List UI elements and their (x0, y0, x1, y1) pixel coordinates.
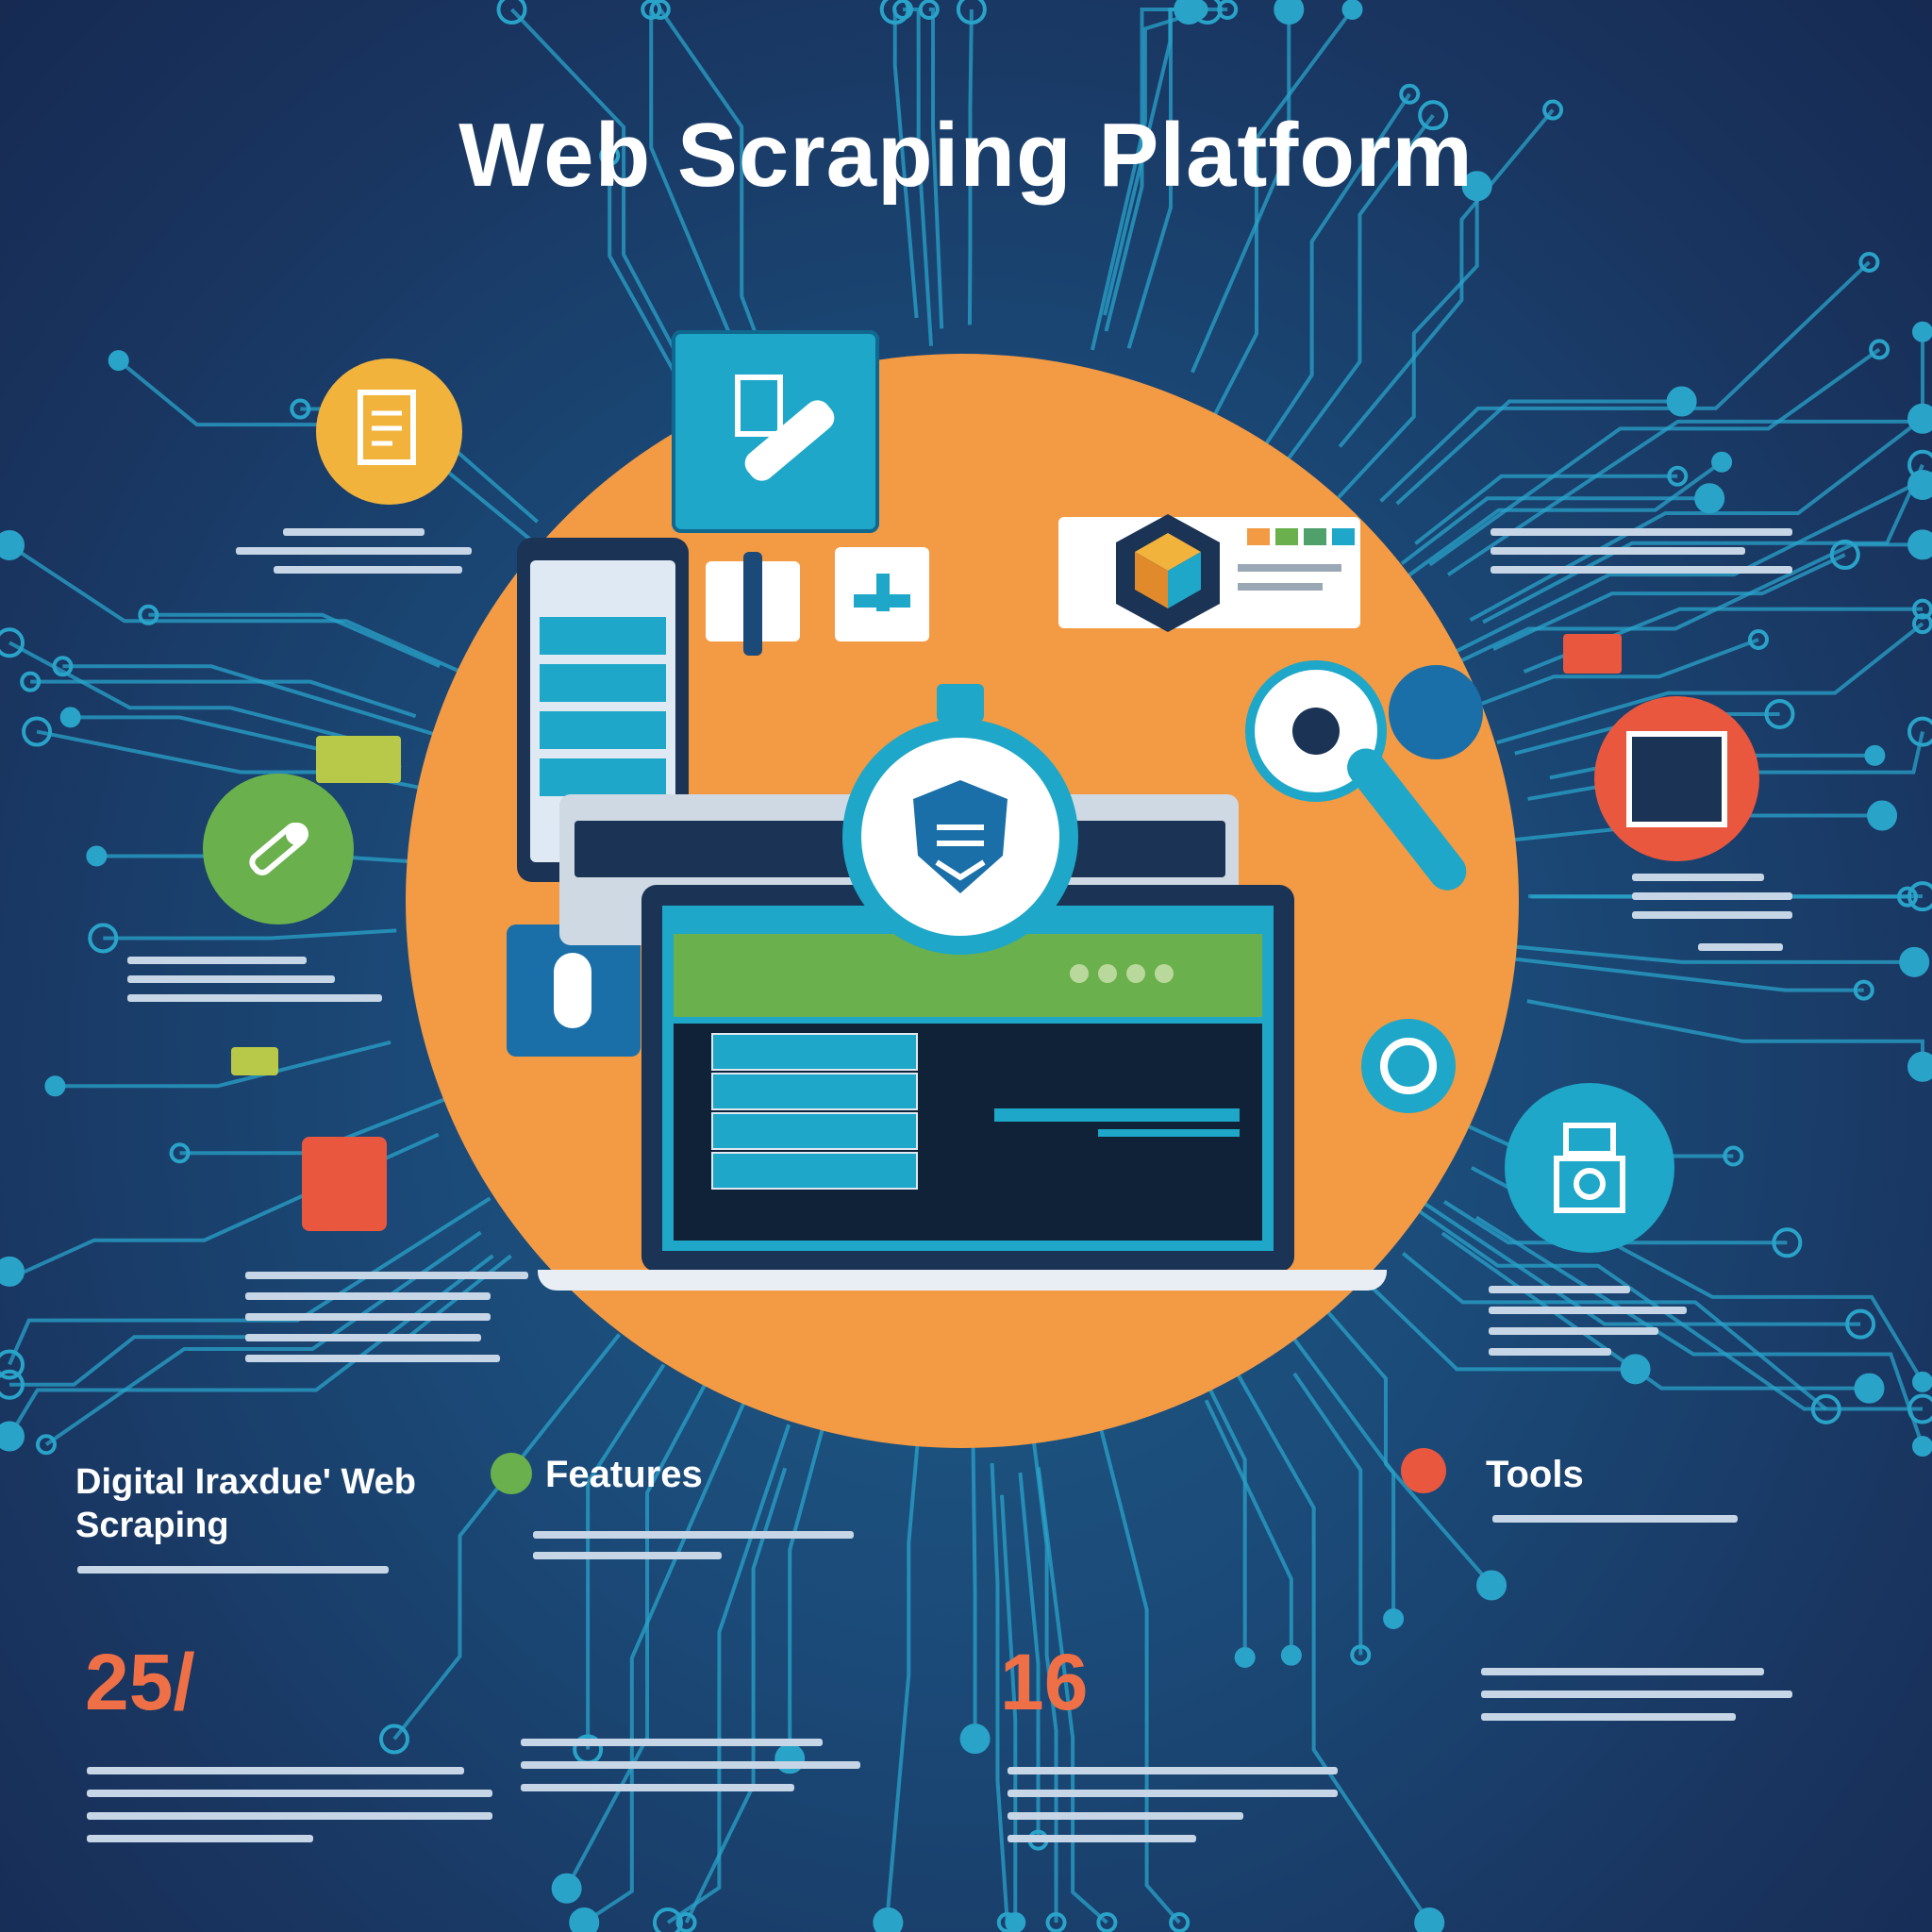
circuit-node (1912, 1436, 1932, 1457)
circuit-node (1274, 0, 1305, 25)
circuit-node (959, 1724, 991, 1755)
circuit-node (44, 1075, 66, 1097)
placeholder-text-bottom-col4 (1481, 1660, 1792, 1721)
circuit-node (1867, 800, 1898, 831)
placeholder-text-bottom-col2 (521, 1731, 860, 1791)
circuit-trace (1286, 1329, 1396, 1620)
red-connector-block (302, 1137, 387, 1231)
circuit-node (1907, 529, 1932, 560)
cube-badge (1111, 509, 1224, 637)
circuit-trace (1204, 1399, 1293, 1656)
placeholder-text-top-right (1491, 521, 1802, 574)
circuit-node (569, 1907, 600, 1932)
robot-icon (1554, 1123, 1625, 1213)
circuit-node (1854, 1373, 1885, 1404)
circuit-trace (103, 928, 397, 941)
circuit-trace (1322, 1306, 1493, 1587)
calculator-badge (1594, 696, 1759, 861)
circuit-node (1912, 321, 1932, 342)
infographic: Web Scraping Platform Digital Iraxdue' W… (0, 0, 1932, 1932)
calculator-icon (1626, 730, 1727, 827)
cube-icon (1116, 514, 1220, 632)
circuit-node (1341, 0, 1363, 20)
circuit-node (0, 529, 25, 560)
placeholder-text-lower-left (245, 1264, 538, 1362)
circuit-node (1234, 1647, 1256, 1669)
circuit-trace (1201, 1374, 1247, 1658)
circuit-node (1912, 1371, 1932, 1392)
gear-badge (1361, 1019, 1456, 1113)
wrench-icon (249, 823, 308, 875)
circuit-node (1005, 1912, 1026, 1932)
circuit-trace (1208, 8, 1355, 424)
document-icon (357, 389, 416, 465)
ruler-card (672, 330, 879, 533)
gear-icon (1380, 1038, 1437, 1094)
yellow-chip-2 (316, 736, 401, 783)
features-badge (491, 1453, 532, 1494)
placeholder-text-bottom-col1 (87, 1759, 502, 1842)
circuit-trace (1379, 260, 1871, 503)
page-title: Web Scraping Platform (458, 105, 1474, 206)
circuit-node (551, 1873, 582, 1904)
circuit-trace (971, 1442, 977, 1740)
circuit-node (1907, 1051, 1932, 1082)
left-section-heading: Digital Iraxdue' Web Scraping (75, 1462, 416, 1545)
circuit-trace (55, 1040, 391, 1089)
placeholder-subtext-left (77, 1558, 389, 1581)
tool-card-2 (835, 547, 929, 641)
circuit-node (1864, 744, 1886, 766)
tool-card-1 (706, 552, 800, 656)
stat-left: 25/ (85, 1638, 195, 1726)
circuit-node (0, 1421, 25, 1452)
circuit-node (1666, 386, 1697, 417)
circuit-node (1907, 403, 1932, 434)
laptop-screen (662, 906, 1274, 1251)
circuit-node (1899, 946, 1930, 977)
features-heading: Features (545, 1454, 703, 1495)
stopwatch (842, 719, 1078, 955)
circuit-node (86, 845, 108, 867)
circuit-trace (886, 1440, 920, 1923)
circuit-node (873, 1907, 904, 1932)
stat-middle: 16 (1000, 1638, 1089, 1726)
stopwatch-knob (937, 684, 984, 722)
circuit-node (1383, 1608, 1405, 1630)
circuit-node (1476, 1570, 1507, 1601)
placeholder-text-bottom-col3 (1008, 1759, 1347, 1842)
circuit-trace (788, 1417, 827, 1759)
placeholder-text-mid-left (127, 949, 391, 1002)
placeholder-text-mid-right (1632, 866, 1849, 951)
placeholder-subtext-tools (1492, 1507, 1775, 1530)
circuit-node (0, 1256, 25, 1287)
circuit-node (1711, 451, 1733, 473)
laptop-base (538, 1270, 1387, 1291)
placeholder-text-top-left (236, 521, 472, 574)
placeholder-subtext-features (533, 1524, 854, 1559)
ruler-icon (735, 375, 835, 481)
circuit-trace (1469, 417, 1924, 623)
circuit-node (1414, 1907, 1445, 1932)
circuit-node (1280, 1644, 1302, 1666)
circuit-node (1694, 483, 1725, 514)
circuit-trace (666, 1424, 791, 1924)
circuit-trace (1526, 999, 1924, 1067)
red-chip (1563, 634, 1622, 674)
placeholder-text-lower-right (1489, 1278, 1696, 1356)
circuit-trace (1096, 1417, 1181, 1924)
small-globe (1389, 665, 1483, 759)
robot-badge (1505, 1083, 1674, 1253)
circuit-node (108, 350, 129, 372)
yellow-chip (231, 1047, 278, 1075)
circuit-node (59, 707, 81, 728)
tools-badge (1401, 1448, 1446, 1493)
tools-heading: Tools (1486, 1454, 1584, 1495)
screen-body (674, 1024, 1262, 1241)
tool-badge (203, 774, 354, 924)
shield-icon (913, 780, 1008, 893)
circuit-node (1174, 0, 1205, 25)
document-badge (316, 358, 462, 505)
